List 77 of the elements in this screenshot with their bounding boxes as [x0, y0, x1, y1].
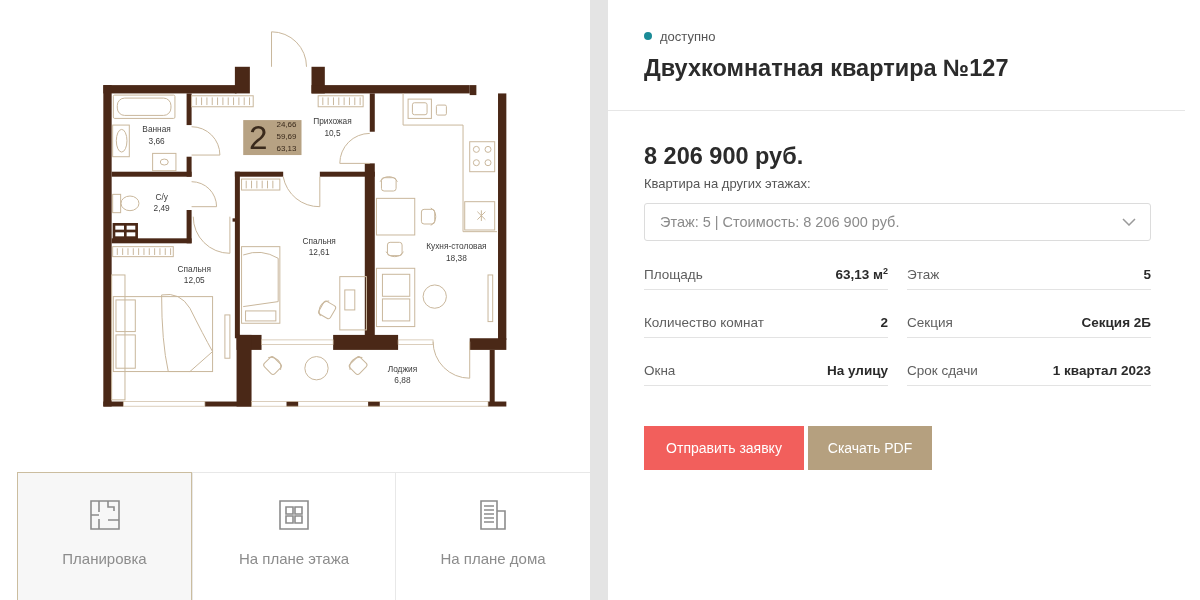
view-tab[interactable]: Планировка	[17, 472, 192, 600]
chair-drawing	[420, 207, 437, 226]
radiator-drawing	[191, 95, 254, 108]
select-label: Квартира на других этажах:	[644, 176, 812, 192]
floor-select[interactable]: Этаж: 5 | Стоимость: 8 206 900 руб.	[644, 203, 1151, 241]
door-drawing	[192, 216, 231, 254]
dining-table-drawing	[375, 197, 416, 236]
door-drawing	[282, 176, 321, 208]
radiator-drawing	[241, 178, 281, 191]
building-icon	[478, 500, 508, 530]
send-request-button[interactable]: Отправить заявку	[644, 426, 804, 470]
sink-drawing	[407, 98, 447, 119]
room-name: Прихожая	[313, 116, 352, 127]
apartment-title: Двухкомнатная квартира №127	[644, 54, 1010, 82]
area-badge	[243, 120, 302, 156]
chevron-down-icon	[1122, 218, 1136, 226]
bathtub-drawing	[112, 94, 176, 119]
area-value: 24,66	[276, 120, 297, 130]
status-label: доступно	[660, 28, 716, 44]
spec-label: Секция	[907, 315, 953, 331]
chair-drawing	[379, 176, 398, 192]
stove-drawing	[469, 141, 496, 173]
download-button[interactable]: Скачать PDF	[808, 426, 932, 470]
room-count: 2	[248, 119, 268, 157]
spec-label: Срок сдачи	[907, 363, 978, 379]
utility-shaft-drawing	[112, 223, 138, 239]
washbasin-drawing	[152, 152, 177, 172]
spec-value: Секция 2Б	[1081, 315, 1151, 331]
chair-drawing	[317, 299, 338, 321]
tv-drawing	[487, 274, 494, 323]
room-area: 12,05	[183, 274, 205, 285]
room-area: 3,66	[148, 135, 165, 146]
area-value: 59,69	[276, 132, 297, 142]
radiator-drawing	[112, 246, 174, 258]
round-table-drawing	[304, 356, 329, 381]
area-value: 63,13	[276, 143, 297, 153]
chair-drawing	[347, 355, 369, 376]
room-name: Лоджия	[387, 363, 418, 374]
room-name: Спальня	[177, 263, 211, 274]
room-area: 10,5	[324, 127, 341, 138]
spec-label: Площадь	[644, 267, 703, 283]
room-name: Кухня-столовая	[426, 241, 487, 252]
spec-value: 63,13 м$^{2}$	[835, 267, 888, 283]
spec-value: 1 квартал 2023	[1052, 363, 1151, 379]
room-area: 12,61	[308, 247, 330, 258]
room-name: С/у	[155, 192, 168, 202]
door-drawing	[339, 132, 371, 164]
window-drawing	[397, 339, 434, 345]
spec-label: Этаж	[907, 267, 940, 283]
washbasin-drawing	[112, 124, 130, 158]
door-drawing	[432, 341, 471, 379]
floor-plan-icon	[89, 500, 120, 530]
spec-label: Окна	[644, 363, 676, 379]
door-drawing	[271, 31, 307, 68]
room-name: Спальня	[302, 236, 336, 246]
room-name: Ванная	[142, 124, 171, 135]
spec-value: 2	[880, 315, 888, 331]
toilet-drawing	[112, 193, 140, 214]
desk-drawing	[339, 276, 367, 331]
radiator-drawing	[317, 95, 364, 108]
spec-label: Количество комнат	[644, 315, 764, 331]
room-area: 2,49	[153, 203, 170, 214]
round-table-drawing	[422, 284, 447, 309]
chair-drawing	[385, 241, 404, 258]
spec-value: На улицу	[826, 363, 888, 379]
room-area: 18,38	[446, 252, 467, 263]
sofa-drawing	[375, 267, 416, 328]
door-drawing	[191, 181, 218, 208]
room-area: 6,88	[394, 374, 411, 385]
appliance-drawing	[464, 201, 496, 231]
tv-drawing	[224, 314, 231, 359]
status-dot-icon	[644, 32, 652, 40]
spec-value: 5	[1143, 267, 1151, 283]
floor-grid-icon	[279, 500, 309, 530]
door-drawing	[191, 126, 221, 156]
price: 8 206 900 руб.	[644, 142, 805, 170]
chair-drawing	[262, 355, 283, 376]
